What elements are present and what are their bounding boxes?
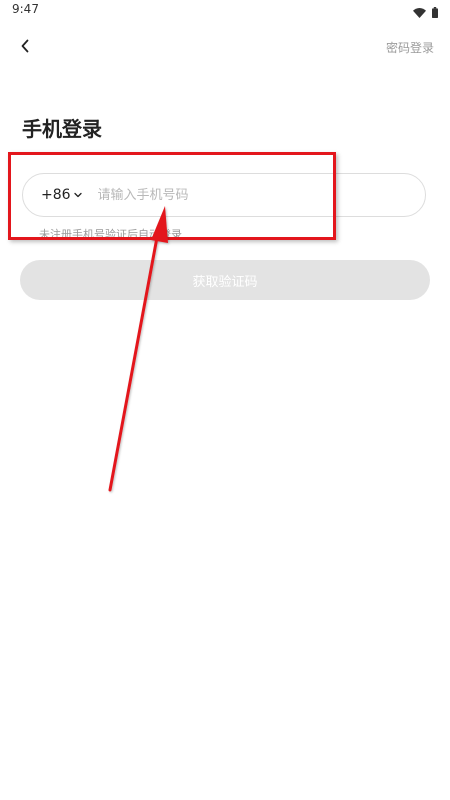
login-screen: 9:47 密码登录 手机登录 +86 请输入手机号码 未注册手机号验证后自动登录… xyxy=(0,0,450,800)
battery-icon xyxy=(432,3,438,22)
status-time: 9:47 xyxy=(12,2,39,16)
status-bar: 9:47 xyxy=(0,0,450,20)
password-login-link[interactable]: 密码登录 xyxy=(386,39,434,56)
auto-register-hint: 未注册手机号验证后自动登录 xyxy=(39,228,182,241)
phone-input-container: +86 xyxy=(22,173,426,217)
back-button[interactable] xyxy=(14,36,36,58)
get-verification-code-button[interactable]: 获取验证码 xyxy=(20,260,430,300)
page-title: 手机登录 xyxy=(22,117,102,141)
country-code-label: +86 xyxy=(41,187,71,203)
chevron-left-icon xyxy=(20,38,30,57)
status-icons xyxy=(413,3,438,22)
wifi-icon xyxy=(413,3,426,22)
country-code-selector[interactable]: +86 xyxy=(41,187,82,203)
get-code-label: 获取验证码 xyxy=(192,274,258,290)
chevron-down-icon xyxy=(73,192,82,198)
phone-number-input[interactable] xyxy=(95,186,400,204)
